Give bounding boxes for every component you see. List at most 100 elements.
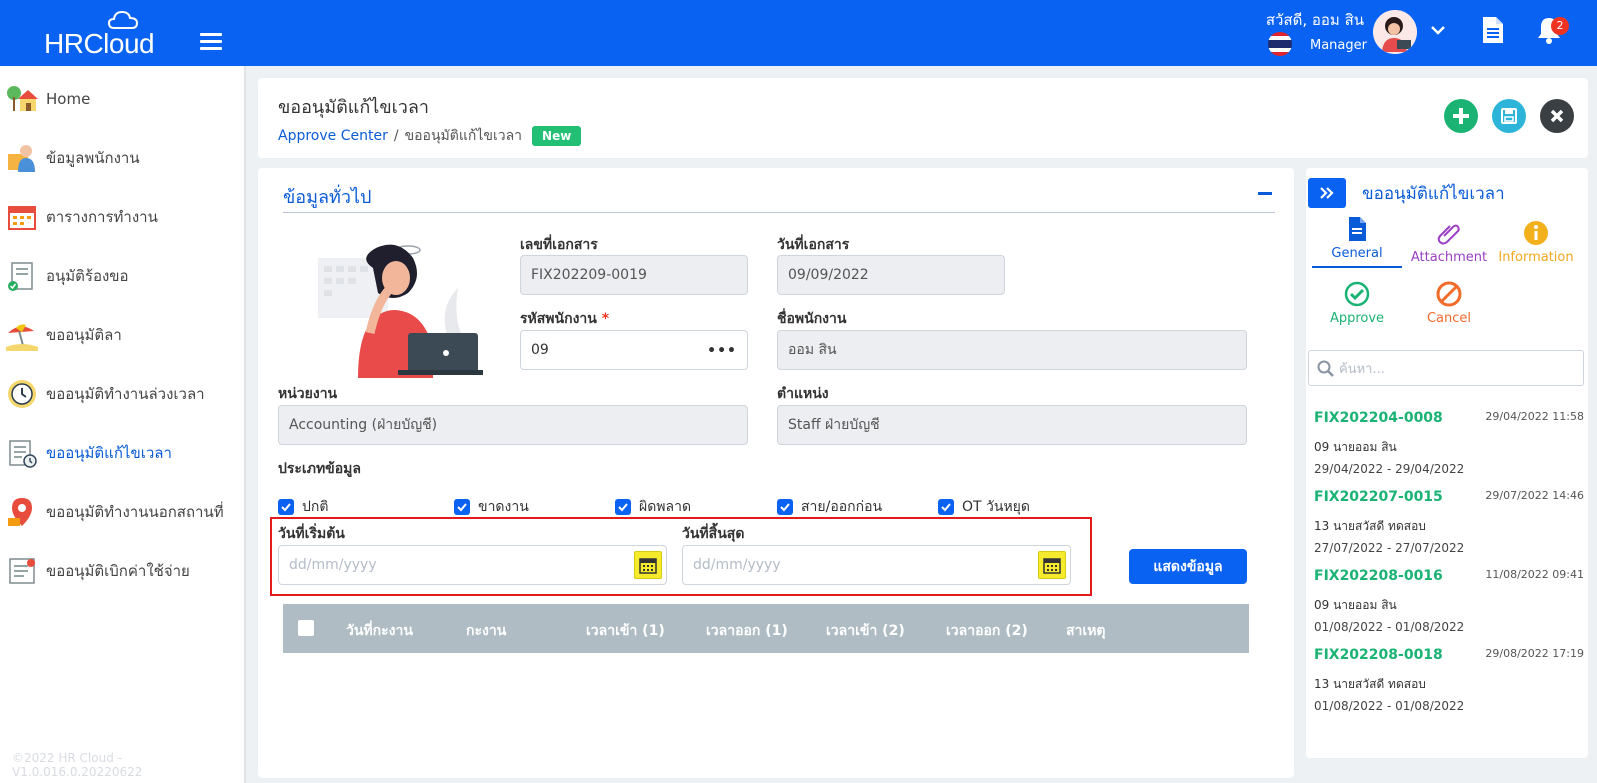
clock-icon (8, 380, 36, 408)
location-icon (8, 498, 32, 526)
sidebar-item-employee[interactable]: ข้อมูลพนักงาน (0, 133, 244, 183)
show-data-button[interactable]: แสดงข้อมูล (1129, 549, 1247, 584)
doc-number[interactable]: FIX202208-0016 (1314, 568, 1443, 584)
search-input[interactable]: ค้นหา... (1308, 350, 1584, 386)
general-info-card: ข้อมูลทั่วไป เลขที่เอกสาร FIX202209-0019… (258, 168, 1294, 778)
checkbox-label: OT วันหยุด (962, 499, 1030, 515)
add-button[interactable] (1444, 99, 1478, 133)
start-date-input[interactable]: dd/mm/yyyy (278, 545, 667, 585)
search-icon (1317, 360, 1334, 377)
tab-cancel[interactable]: Cancel (1404, 281, 1494, 326)
hrcloud-logo[interactable]: HRCloud (44, 10, 164, 59)
column-header[interactable]: กะงาน (466, 620, 506, 642)
checkbox-late-early[interactable]: สาย/ออกก่อน (777, 496, 882, 518)
emp-code-input[interactable]: 09 ••• (520, 330, 748, 370)
calendar-picker-icon[interactable] (634, 551, 662, 579)
sidebar-item-schedule[interactable]: ตารางการทำงาน (0, 192, 244, 242)
close-button[interactable] (1540, 99, 1574, 133)
column-header[interactable]: วันที่กะงาน (346, 620, 413, 642)
emp-name-label: ชื่อพนักงาน (777, 311, 847, 327)
tab-general[interactable]: General (1312, 216, 1402, 261)
tab-attachment[interactable]: Attachment (1404, 220, 1494, 265)
breadcrumb-separator: / (393, 128, 399, 144)
more-icon[interactable]: ••• (707, 343, 737, 359)
panel-title: ขออนุมัติแก้ไขเวลา (1362, 184, 1505, 204)
doc-employee: 09 นายออม สิน (1314, 598, 1397, 612)
panel-collapse-button[interactable] (1308, 178, 1346, 208)
sidebar-item-expense[interactable]: ขออนุมัติเบิกค่าใช้จ่าย (0, 546, 244, 596)
notification-badge: 2 (1551, 17, 1569, 35)
copyright: ©2022 HR Cloud -V1.0.016.0.20220622 (12, 751, 143, 779)
chevron-down-icon[interactable] (1430, 24, 1446, 36)
data-type-label: ประเภทข้อมูล (278, 461, 361, 477)
doc-number[interactable]: FIX202204-0008 (1314, 410, 1443, 426)
sidebar-item-label: ขออนุมัติทำงานล่วงเวลา (46, 385, 205, 403)
end-date-placeholder: dd/mm/yyyy (693, 557, 781, 573)
table-header: วันที่กะงาน กะงาน เวลาเข้า (1) เวลาออก (… (283, 604, 1249, 653)
dept-field: Accounting (ฝ่ายบัญชี) (278, 405, 748, 445)
checkbox-label: ปกติ (302, 499, 329, 515)
doc-employee: 13 นายสวัสดี ทดสอบ (1314, 519, 1426, 533)
user-avatar[interactable] (1373, 10, 1417, 54)
sidebar-item-label: ขออนุมัติลา (46, 326, 122, 344)
column-header[interactable]: สาเหตุ (1066, 620, 1106, 642)
approve-doc-icon (8, 262, 33, 291)
doc-number[interactable]: FIX202208-0018 (1314, 647, 1443, 663)
doc-no-field: FIX202209-0019 (520, 255, 748, 295)
breadcrumb: Approve Center / ขออนุมัติแก้ไขเวลา New (278, 125, 582, 147)
logo-text: HRCloud (44, 28, 155, 59)
doc-employee: 09 นายออม สิน (1314, 440, 1397, 454)
paperclip-icon (1437, 224, 1460, 245)
menu-toggle-icon[interactable] (200, 33, 222, 51)
select-all-checkbox[interactable] (298, 620, 314, 636)
document-icon[interactable] (1481, 16, 1505, 44)
checkbox-error[interactable]: ผิดพลาด (615, 496, 691, 518)
collapse-icon[interactable] (1258, 192, 1272, 195)
checkbox-label: ผิดพลาด (639, 499, 692, 515)
checkbox-checked-icon (278, 499, 294, 515)
thai-flag-icon[interactable] (1268, 32, 1292, 56)
doc-range: 01/08/2022 - 01/08/2022 (1314, 699, 1465, 713)
start-date-placeholder: dd/mm/yyyy (289, 557, 377, 573)
column-header[interactable]: เวลาออก (1) (706, 620, 788, 642)
tab-label: Attachment (1410, 250, 1488, 265)
tab-approve[interactable]: Approve (1312, 281, 1402, 326)
plus-icon (1453, 108, 1469, 124)
sidebar-item-edit-time[interactable]: ขออนุมัติแก้ไขเวลา (0, 428, 244, 478)
sidebar-item-home[interactable]: Home (0, 74, 244, 124)
user-role: Manager (1310, 38, 1367, 53)
sidebar-item-overtime[interactable]: ขออนุมัติทำงานล่วงเวลา (0, 369, 244, 419)
checkbox-normal[interactable]: ปกติ (278, 496, 328, 518)
close-icon (1550, 109, 1564, 123)
sidebar-item-offsite[interactable]: ขออนุมัติทำงานนอกสถานที่ (0, 487, 244, 537)
emp-name-field: ออม สิน (777, 330, 1247, 370)
breadcrumb-approve-center[interactable]: Approve Center (278, 128, 388, 144)
required-mark: * (601, 311, 610, 327)
save-button[interactable] (1492, 99, 1526, 133)
greeting-text: สวัสดี, ออม สิน (1265, 11, 1364, 29)
tab-information[interactable]: Information (1491, 220, 1581, 265)
search-placeholder: ค้นหา... (1339, 361, 1385, 377)
column-header[interactable]: เวลาเข้า (1) (586, 620, 665, 642)
edit-time-icon (9, 440, 37, 468)
cloud-icon (108, 10, 138, 29)
doc-datetime: 29/07/2022 14:46 (1485, 489, 1584, 502)
document-icon (1349, 217, 1366, 241)
status-badge: New (532, 126, 582, 146)
checkbox-absent[interactable]: ขาดงาน (454, 496, 529, 518)
tab-label: Approve (1329, 311, 1385, 326)
calendar-picker-icon[interactable] (1038, 551, 1066, 579)
sidebar-item-approve-request[interactable]: อนุมัติร้องขอ (0, 251, 244, 301)
doc-number[interactable]: FIX202207-0015 (1314, 489, 1443, 505)
dept-label: หน่วยงาน (278, 386, 338, 402)
sidebar-item-leave[interactable]: ขออนุมัติลา (0, 310, 244, 360)
doc-no-label: เลขที่เอกสาร (520, 237, 598, 253)
position-field: Staff ฝ่ายบัญชี (777, 405, 1247, 445)
end-date-input[interactable]: dd/mm/yyyy (682, 545, 1071, 585)
checkbox-ot-holiday[interactable]: OT วันหยุด (938, 496, 1030, 518)
column-header[interactable]: เวลาเข้า (2) (826, 620, 905, 642)
breadcrumb-current: ขออนุมัติแก้ไขเวลา (404, 128, 523, 144)
ban-icon (1436, 281, 1462, 307)
data-type-checkboxes: ปกติ ขาดงาน ผิดพลาด สาย/ออกก่อน OT วันหย… (278, 496, 1078, 516)
column-header[interactable]: เวลาออก (2) (946, 620, 1028, 642)
